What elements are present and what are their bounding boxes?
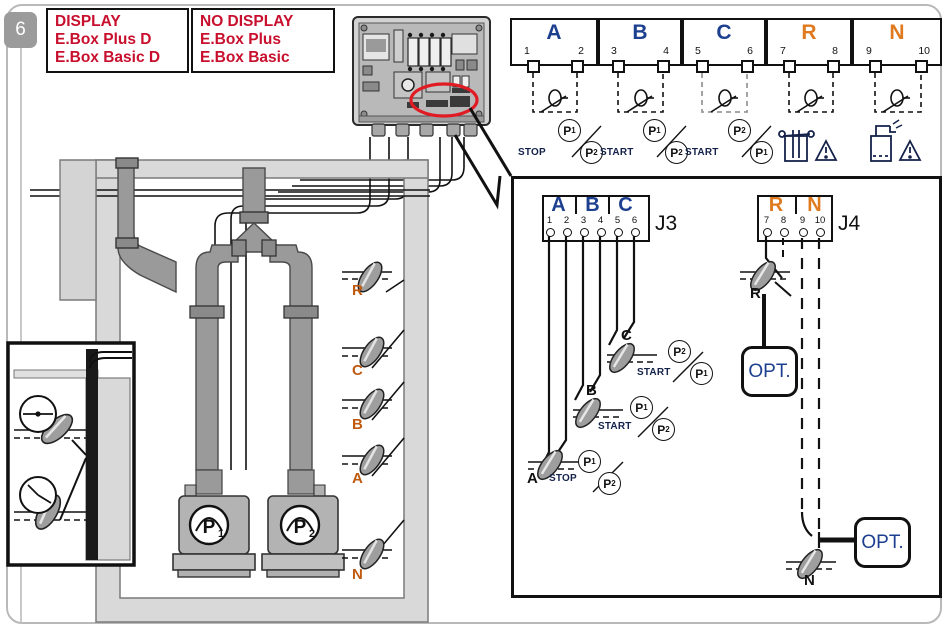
detail-float-label-N: N xyxy=(804,572,815,589)
terminal-square-5 xyxy=(696,60,709,73)
J3-socket-6 xyxy=(631,228,640,237)
J4-letter-R: R xyxy=(768,194,784,216)
J4-socket-7 xyxy=(763,228,772,237)
option-box-R[interactable]: OPT. xyxy=(741,346,798,397)
connector-J3-label: J3 xyxy=(655,212,678,235)
terminal-group-R: R 7 8 xyxy=(766,18,852,66)
J3-socket-2 xyxy=(563,228,572,237)
J4-pin-8: 8 xyxy=(780,215,787,226)
pump-1: P 1 xyxy=(172,469,256,578)
J3-socket-5 xyxy=(614,228,623,237)
J4-socket-8 xyxy=(780,228,789,237)
detail-pump-C-1: P2 xyxy=(668,340,691,363)
detail-float-label-A: A xyxy=(527,470,538,487)
detail-function-B: START xyxy=(598,421,632,432)
terminal-pin-3: 3 xyxy=(611,45,617,57)
terminal-strip: A 1 2 B 3 4 C 5 6 R 7 8 N 9 10 xyxy=(510,18,942,66)
terminal-letter-R: R xyxy=(801,21,817,44)
strip-pump-C-2: P1 xyxy=(750,141,773,164)
J3-pin-5: 5 xyxy=(614,215,621,226)
terminal-letter-B: B xyxy=(632,21,648,44)
terminal-pin-2: 2 xyxy=(578,45,584,57)
detail-pump-A-2: P2 xyxy=(598,472,621,495)
J4-pin-10: 10 xyxy=(814,215,826,226)
strip-function-B: START xyxy=(600,147,634,158)
J4-socket-9 xyxy=(799,228,808,237)
terminal-group-C: C 5 6 xyxy=(682,18,766,66)
detail-pump-C-2: P1 xyxy=(690,362,713,385)
detail-function-A: STOP xyxy=(549,473,577,484)
pump-2: P 2 xyxy=(261,469,345,578)
terminal-square-2 xyxy=(571,60,584,73)
terminal-square-6 xyxy=(741,60,754,73)
tank-float-label-R: R xyxy=(352,282,363,299)
J4-letter-N: N xyxy=(807,194,822,216)
terminal-pin-9: 9 xyxy=(866,45,872,57)
terminal-pin-4: 4 xyxy=(663,45,669,57)
strip-pump-B-1: P1 xyxy=(643,119,666,142)
float-position-inset xyxy=(6,341,136,567)
terminal-square-8 xyxy=(827,60,840,73)
J3-socket-3 xyxy=(580,228,589,237)
terminal-letter-C: C xyxy=(716,21,732,44)
detail-float-label-R: R xyxy=(750,285,761,302)
svg-text:2: 2 xyxy=(309,528,315,540)
terminal-letter-A: A xyxy=(546,21,562,44)
J3-socket-4 xyxy=(597,228,606,237)
terminal-pin-8: 8 xyxy=(832,45,838,57)
J3-letter-B: B xyxy=(585,194,600,216)
J4-pin-7: 7 xyxy=(763,215,770,226)
J4-pin-9: 9 xyxy=(799,215,806,226)
terminal-pin-10: 10 xyxy=(918,45,930,57)
callout-leader-line xyxy=(468,107,513,177)
detail-pump-B-2: P2 xyxy=(652,418,675,441)
terminal-square-9 xyxy=(869,60,882,73)
svg-text:1: 1 xyxy=(218,528,224,540)
strip-pump-A-1: P1 xyxy=(558,119,581,142)
terminal-letter-N: N xyxy=(889,21,905,44)
diagram-page: 6 DISPLAY E.Box Plus D E.Box Basic D NO … xyxy=(0,0,950,630)
option-box-N[interactable]: OPT. xyxy=(854,517,911,568)
terminal-group-A: A 1 2 xyxy=(510,18,598,66)
J3-letter-A: A xyxy=(551,194,566,216)
J3-pin-3: 3 xyxy=(580,215,587,226)
detail-pump-B-1: P1 xyxy=(630,396,653,419)
svg-text:P: P xyxy=(294,517,307,538)
tank-float-label-B: B xyxy=(352,416,363,433)
terminal-pin-7: 7 xyxy=(780,45,786,57)
strip-function-A: STOP xyxy=(518,147,546,158)
tank-float-label-A: A xyxy=(352,470,363,487)
J3-socket-1 xyxy=(546,228,555,237)
terminal-square-1 xyxy=(527,60,540,73)
J4-socket-10 xyxy=(816,228,825,237)
detail-float-label-C: C xyxy=(621,327,632,344)
detail-float-label-B: B xyxy=(586,382,597,399)
detail-function-C: START xyxy=(637,367,671,378)
terminal-pin-6: 6 xyxy=(747,45,753,57)
J3-letter-C: C xyxy=(618,194,633,216)
strip-function-C: START xyxy=(685,147,719,158)
J3-pin-1: 1 xyxy=(546,215,553,226)
J3-pin-6: 6 xyxy=(631,215,638,226)
terminal-square-3 xyxy=(612,60,625,73)
terminal-square-10 xyxy=(915,60,928,73)
terminal-pin-1: 1 xyxy=(524,45,530,57)
tank-float-N xyxy=(342,538,392,570)
tank-float-label-C: C xyxy=(352,362,363,379)
tank-float-label-N: N xyxy=(352,566,363,583)
terminal-square-7 xyxy=(783,60,796,73)
strip-pump-C-1: P2 xyxy=(728,119,751,142)
terminal-group-N: N 9 10 xyxy=(852,18,942,66)
terminal-square-4 xyxy=(657,60,670,73)
J3-pin-2: 2 xyxy=(563,215,570,226)
detail-pump-A-1: P1 xyxy=(578,450,601,473)
svg-text:P: P xyxy=(203,517,216,538)
terminal-pin-5: 5 xyxy=(695,45,701,57)
tank-float-R xyxy=(342,261,392,293)
connector-J4-label: J4 xyxy=(838,212,861,235)
terminal-group-B: B 3 4 xyxy=(598,18,682,66)
J3-pin-4: 4 xyxy=(597,215,604,226)
